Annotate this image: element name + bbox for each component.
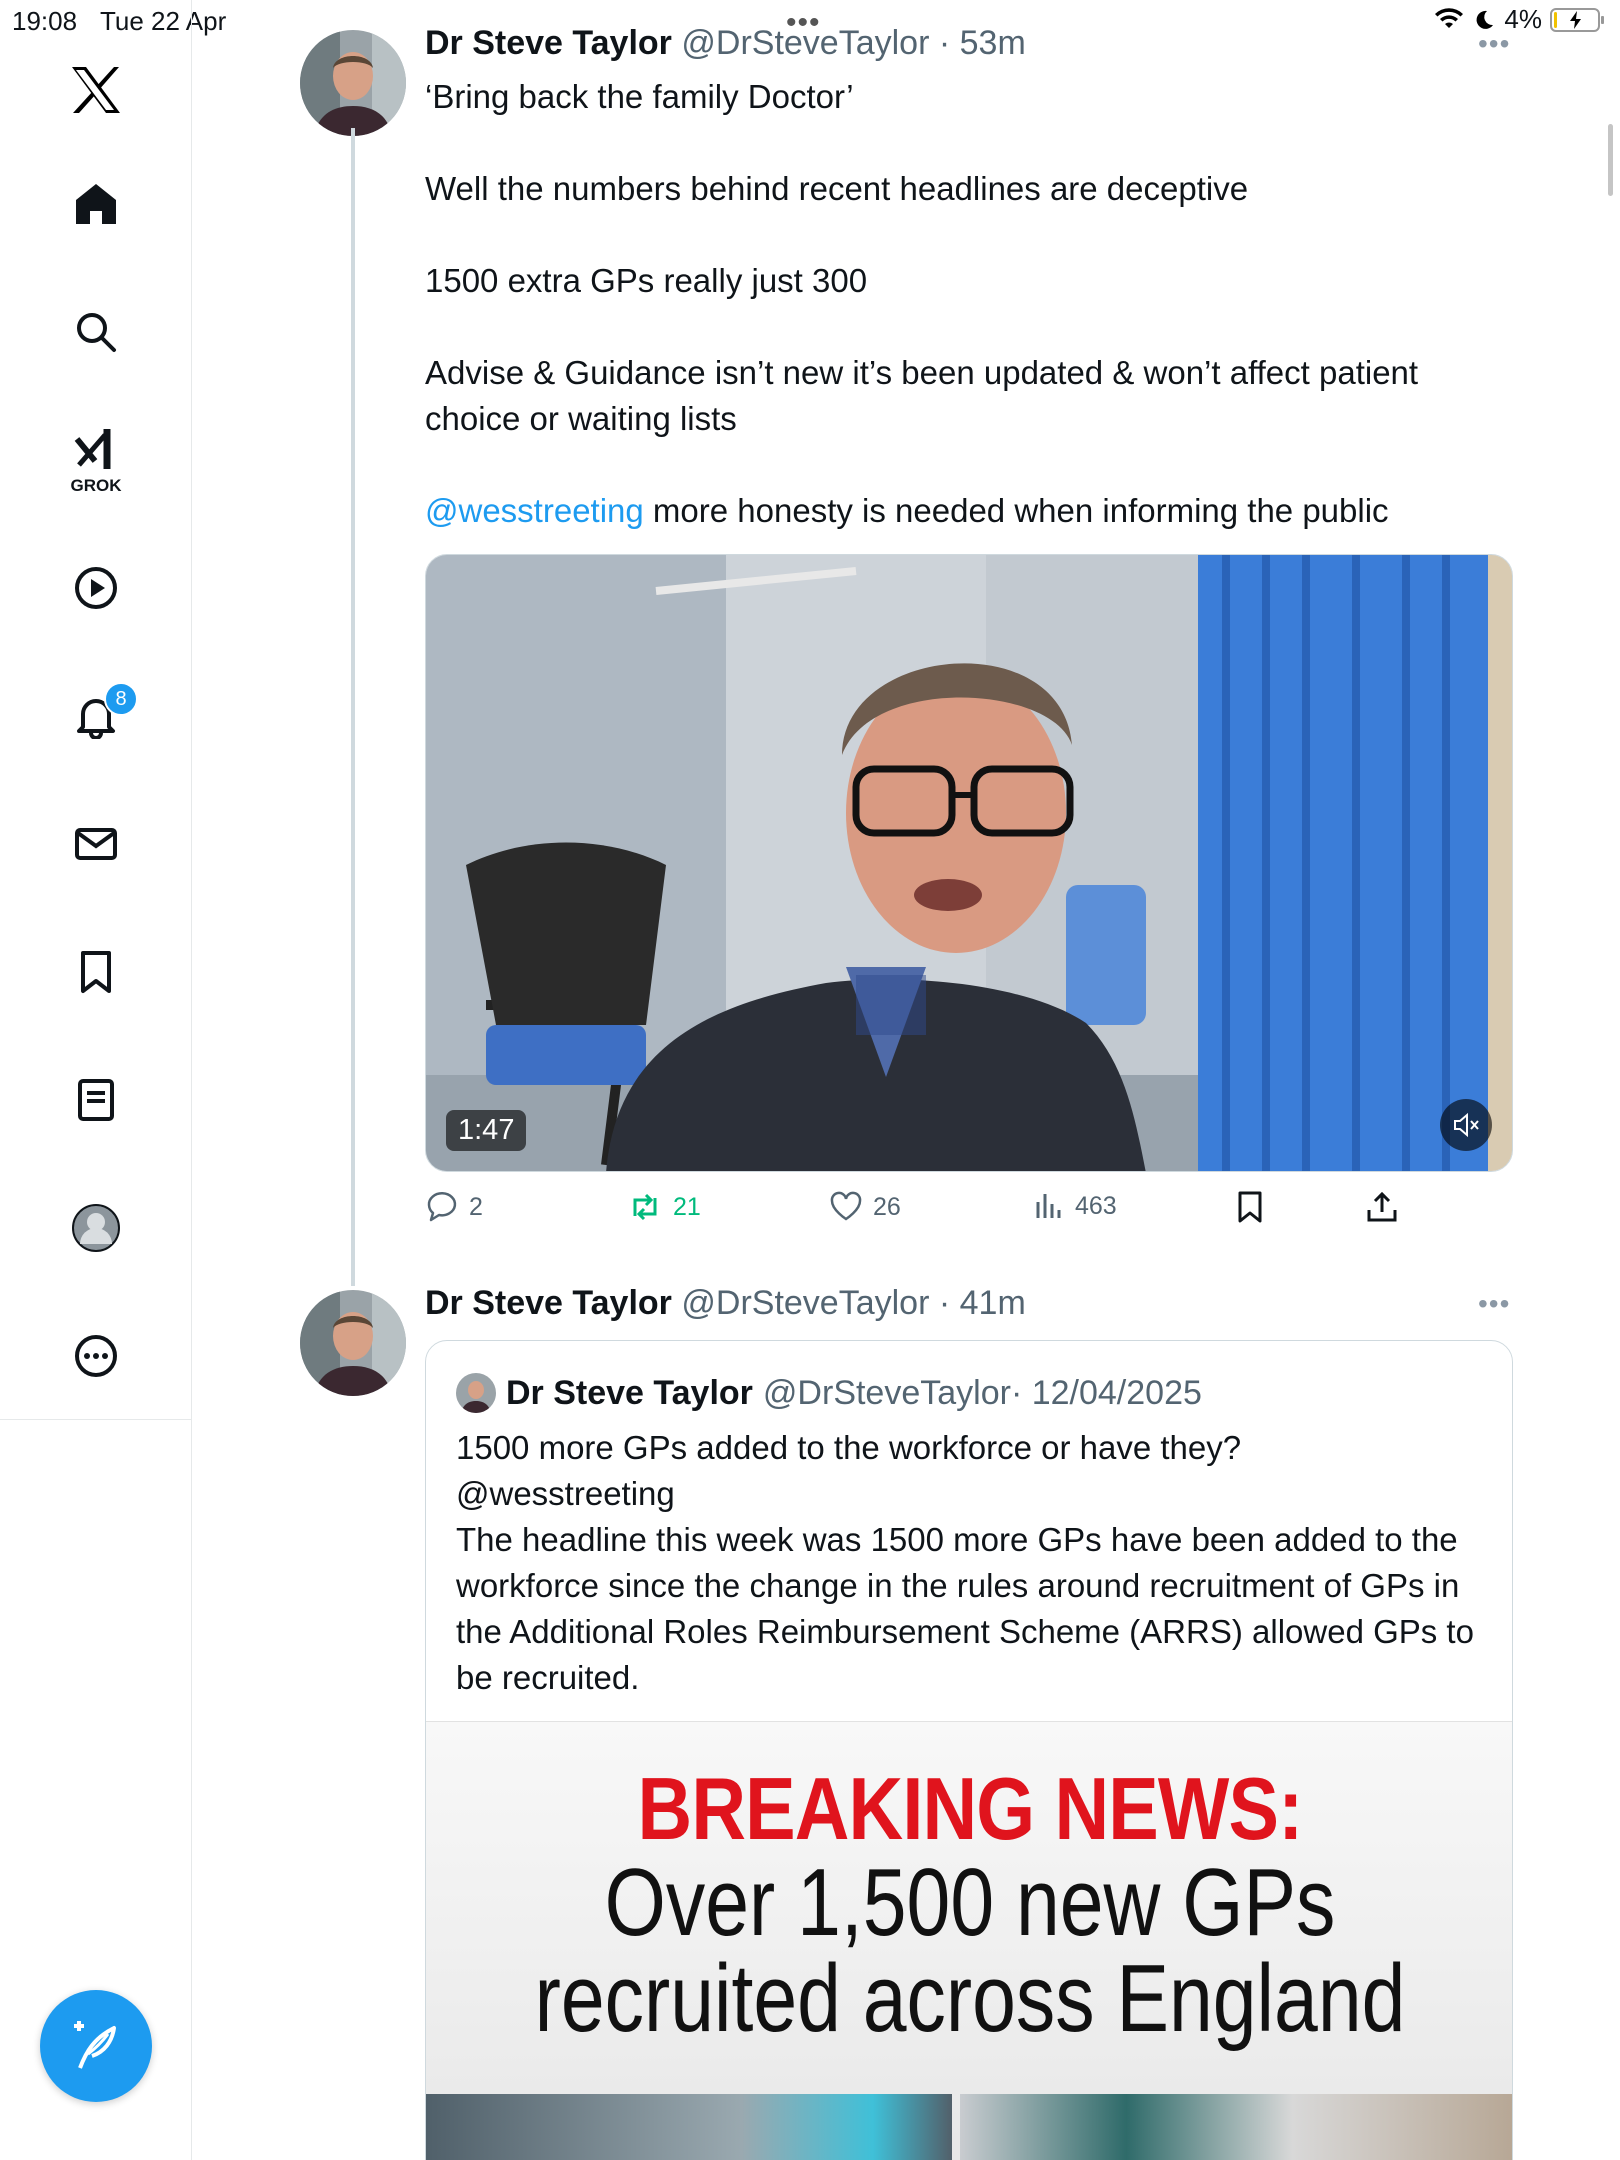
image-headline: BREAKING NEWS: [637,1759,1304,1858]
mention-tail: more honesty is needed when informing th… [643,492,1389,529]
more-icon[interactable] [66,1326,126,1386]
bookmark-button[interactable] [1235,1190,1265,1224]
repost-icon [633,1193,657,1221]
sidebar-divider [0,1419,192,1420]
compose-button[interactable] [40,1990,152,2102]
image-line-2: Over 1,500 new GPs [604,1849,1336,1956]
repost-count: 21 [673,1192,701,1221]
messages-icon[interactable] [66,814,126,874]
quoted-author-name: Dr Steve Taylor [506,1373,753,1412]
quoted-line: 1500 more GPs added to the workforce or … [456,1429,1242,1466]
quoted-tweet[interactable]: Dr Steve Taylor @DrSteveTaylor · 12/04/2… [425,1340,1513,2160]
avatar[interactable] [300,30,406,136]
video-player[interactable]: 1:47 [425,554,1513,1172]
tweet-time[interactable]: · 53m [939,24,1026,62]
mention-link[interactable]: @wesstreeting [425,492,644,529]
image-photo-right [960,2094,1512,2160]
speaker-muted-icon [1454,1112,1479,1138]
quoted-image[interactable]: BREAKING NEWS: Over 1,500 new GPs recrui… [426,1721,1512,2160]
profile-icon[interactable] [66,1198,126,1258]
grok-icon[interactable] [66,420,126,480]
share-button[interactable] [1365,1190,1399,1224]
mute-button[interactable] [1440,1099,1492,1151]
heart-icon [830,1191,862,1221]
author-name[interactable]: Dr Steve Taylor [425,1284,672,1322]
repost-button[interactable]: 21 [627,1190,701,1224]
grok-label: GROK [70,476,122,495]
quoted-tweet-text: 1500 more GPs added to the workforce or … [456,1425,1496,1701]
image-photo-left [426,2094,952,2160]
avatar [456,1373,496,1413]
search-icon[interactable] [66,302,126,362]
reply-count: 2 [469,1192,483,1221]
lists-icon[interactable] [66,1070,126,1130]
tweet-header: Dr Steve Taylor @DrSteveTaylor · 53m [425,24,1026,63]
tweet-more-icon[interactable]: ••• [1478,1288,1510,1320]
quoted-tweet-header: Dr Steve Taylor @DrSteveTaylor · 12/04/2… [456,1373,1202,1413]
status-indicators: 4% [1434,4,1604,35]
tweet-header: Dr Steve Taylor @DrSteveTaylor · 41m [425,1284,1026,1323]
video-icon[interactable] [66,558,126,618]
avatar[interactable] [300,1290,406,1396]
tweet-actions: 2 21 26 463 [425,1190,1425,1240]
scroll-indicator[interactable] [1608,124,1613,196]
bookmark-icon [1238,1191,1262,1223]
quoted-tweet-date: · 12/04/2025 [1010,1373,1202,1412]
bookmarks-icon[interactable] [66,942,126,1002]
tweet-line: ‘Bring back the family Doctor’ [425,78,854,115]
thread-line [351,128,355,1286]
tweet-line-mention: @wesstreeting more honesty is needed whe… [425,488,1515,534]
battery-icon [1550,7,1604,32]
author-name[interactable]: Dr Steve Taylor [425,24,672,62]
tweet-more-icon[interactable]: ••• [1478,28,1510,60]
views-button[interactable]: 463 [1033,1190,1117,1222]
author-handle[interactable]: @DrSteveTaylor [681,1284,929,1322]
home-icon[interactable] [66,174,126,234]
quoted-mention: @wesstreeting [456,1475,675,1512]
battery-fill [1554,11,1557,28]
tweet-time[interactable]: · 41m [939,1284,1026,1322]
video-frame [426,555,1512,1171]
views-chart-icon [1036,1194,1061,1218]
reply-icon [427,1192,457,1222]
x-logo-icon[interactable] [66,60,126,120]
compose-feather-icon [74,2021,116,2069]
image-line-3: recruited across England [534,1945,1406,2052]
video-duration: 1:47 [446,1110,527,1151]
tweet-line: Advise & Guidance isn’t new it’s been up… [425,354,1419,437]
wifi-icon [1435,7,1464,28]
author-handle[interactable]: @DrSteveTaylor [681,24,929,62]
tweet-line: Well the numbers behind recent headlines… [425,170,1249,207]
quoted-author-handle: @DrSteveTaylor [762,1373,1011,1412]
share-icon [1367,1191,1397,1222]
view-count: 463 [1075,1191,1117,1220]
quoted-line: The headline this week was 1500 more GPs… [456,1521,1474,1696]
reply-button[interactable]: 2 [425,1190,483,1224]
notifications-badge: 8 [104,682,138,716]
like-button[interactable]: 26 [829,1190,901,1224]
like-count: 26 [873,1192,901,1221]
tweet-text: ‘Bring back the family Doctor’ Well the … [425,74,1515,534]
tweet-line: 1500 extra GPs really just 300 [425,262,868,299]
sidebar: GROK 8 [0,0,192,2160]
